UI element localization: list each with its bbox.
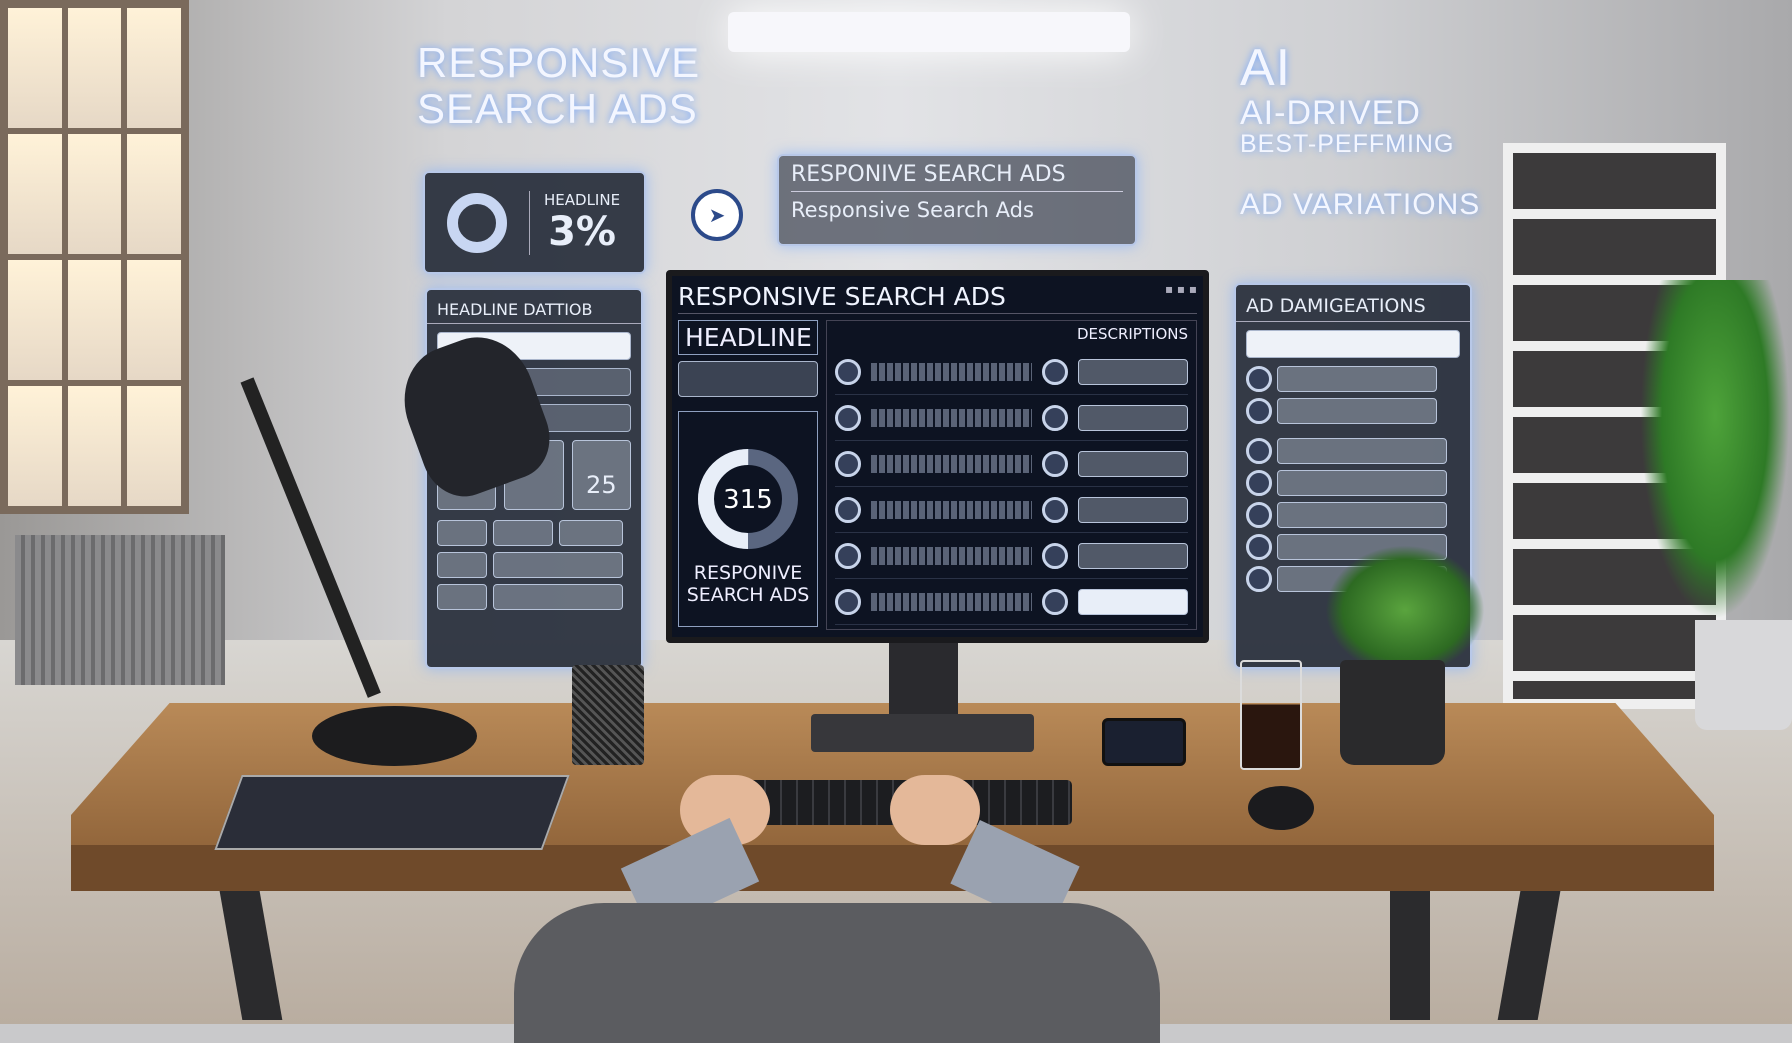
row-button[interactable] [1078, 496, 1188, 523]
window [0, 0, 189, 514]
variation-row[interactable] [1277, 398, 1438, 424]
row-button[interactable] [1078, 588, 1188, 615]
descriptions-label: DESCRIPTIONS [1076, 325, 1188, 343]
variation-row[interactable] [1277, 502, 1448, 528]
action-icon[interactable] [1042, 404, 1068, 431]
chip-button[interactable] [437, 584, 487, 610]
document-sheet [214, 775, 570, 850]
row-icon [835, 450, 861, 477]
overlay-heading: RESPONIVE SEARCH ADS [791, 162, 1123, 192]
title-line: AD VARIATIONS [1240, 188, 1481, 221]
panel-title: HEADLINE DATTIOB [427, 296, 641, 324]
headline-stat-card: HEADLINE 3% [423, 171, 646, 274]
chip-button[interactable] [437, 552, 487, 578]
monitor-screen: RESPONSIVE SEARCH ADS ▪ ▪ ▪ HEADLINE 315… [666, 270, 1209, 643]
monitor-stand [889, 643, 958, 720]
action-icon[interactable] [1042, 496, 1068, 523]
row-icon [835, 496, 861, 523]
title-line: BEST-PEFFMING [1240, 130, 1455, 158]
metric-tile: 25 [571, 440, 631, 510]
lamp-base [312, 706, 477, 766]
row-button[interactable] [1078, 404, 1188, 431]
headline-input[interactable] [678, 361, 818, 397]
row-icon [1246, 566, 1272, 592]
right-overlay-title: AI AI-DRIVED BEST-PEFFMING AD VARIATIONS [1240, 40, 1495, 222]
large-plant-pot [1695, 620, 1792, 730]
panel-title: AD DAMIGEATIONS [1236, 291, 1470, 322]
row-icon [1246, 438, 1272, 464]
ad-row[interactable] [835, 395, 1188, 441]
title-line: AI-DRIVED [1240, 94, 1421, 132]
window-controls[interactable]: ▪ ▪ ▪ [1165, 282, 1197, 311]
action-icon[interactable] [1042, 588, 1068, 615]
stat-value: 3% [548, 208, 616, 255]
action-icon[interactable] [1042, 542, 1068, 569]
bottom-label: RESPONIVE [693, 562, 803, 584]
row-icon [835, 358, 861, 385]
action-icon[interactable] [1042, 450, 1068, 477]
ad-row[interactable] [835, 533, 1188, 579]
row-icon [835, 542, 861, 569]
row-icon [1246, 502, 1272, 528]
search-field[interactable] [1246, 330, 1460, 358]
chip-button[interactable] [437, 520, 487, 546]
overlay-subheading: Responsive Search Ads [791, 198, 1034, 222]
computer-mouse [1248, 786, 1314, 830]
row-button[interactable] [1078, 542, 1188, 569]
screen-title: RESPONSIVE SEARCH ADS [678, 282, 1006, 311]
glass-of-drink [1240, 660, 1302, 770]
desk-leg [1390, 880, 1430, 1020]
pen-holder [572, 665, 644, 765]
title-line: SEARCH ADS [417, 85, 698, 132]
variation-row[interactable] [1277, 366, 1438, 392]
ad-row[interactable] [835, 441, 1188, 487]
title-line: AI [1240, 39, 1292, 97]
variation-row[interactable] [1277, 438, 1448, 464]
row-text [871, 500, 1032, 519]
left-overlay-title: RESPONSIVE SEARCH ADS [417, 40, 700, 132]
stat-label: HEADLINE [544, 190, 621, 209]
action-icon[interactable] [1042, 358, 1068, 385]
row-icon [835, 588, 861, 615]
ad-row[interactable] [835, 349, 1188, 395]
large-plant [1640, 280, 1790, 620]
bottom-label: SEARCH ADS [686, 584, 810, 606]
pointer-icon: ➤ [708, 203, 726, 227]
ad-row[interactable] [835, 487, 1188, 533]
center-overlay: RESPONIVE SEARCH ADS Responsive Search A… [777, 154, 1137, 246]
row-button[interactable] [1078, 450, 1188, 477]
small-plant [1325, 545, 1485, 675]
chip-button[interactable] [493, 584, 623, 610]
donut-chart: 315 [698, 449, 798, 549]
ad-row[interactable] [835, 579, 1188, 625]
row-text [871, 454, 1032, 473]
monitor-base [811, 714, 1034, 752]
chip-button[interactable] [559, 520, 623, 546]
chip-button[interactable] [493, 552, 623, 578]
headline-label: HEADLINE [678, 320, 818, 355]
ceiling-light [728, 12, 1130, 52]
donut-value: 315 [723, 485, 773, 515]
radiator [15, 535, 225, 685]
row-icon [1246, 534, 1272, 560]
row-icon [1246, 470, 1272, 496]
office-chair [514, 903, 1160, 1043]
row-icon [835, 404, 861, 431]
row-icon [1246, 398, 1272, 424]
chip-button[interactable] [493, 520, 553, 546]
metric-value: 25 [586, 471, 617, 499]
row-text [871, 546, 1032, 565]
row-button[interactable] [1078, 358, 1188, 385]
title-line: RESPONSIVE [417, 39, 701, 86]
small-plant-pot [1340, 660, 1445, 765]
smartphone [1102, 718, 1186, 766]
ring-icon [447, 192, 507, 253]
row-icon [1246, 366, 1272, 392]
variation-row[interactable] [1277, 470, 1448, 496]
row-text [871, 362, 1032, 381]
cursor-button[interactable]: ➤ [691, 189, 743, 241]
row-text [871, 408, 1032, 427]
row-text [871, 592, 1032, 611]
